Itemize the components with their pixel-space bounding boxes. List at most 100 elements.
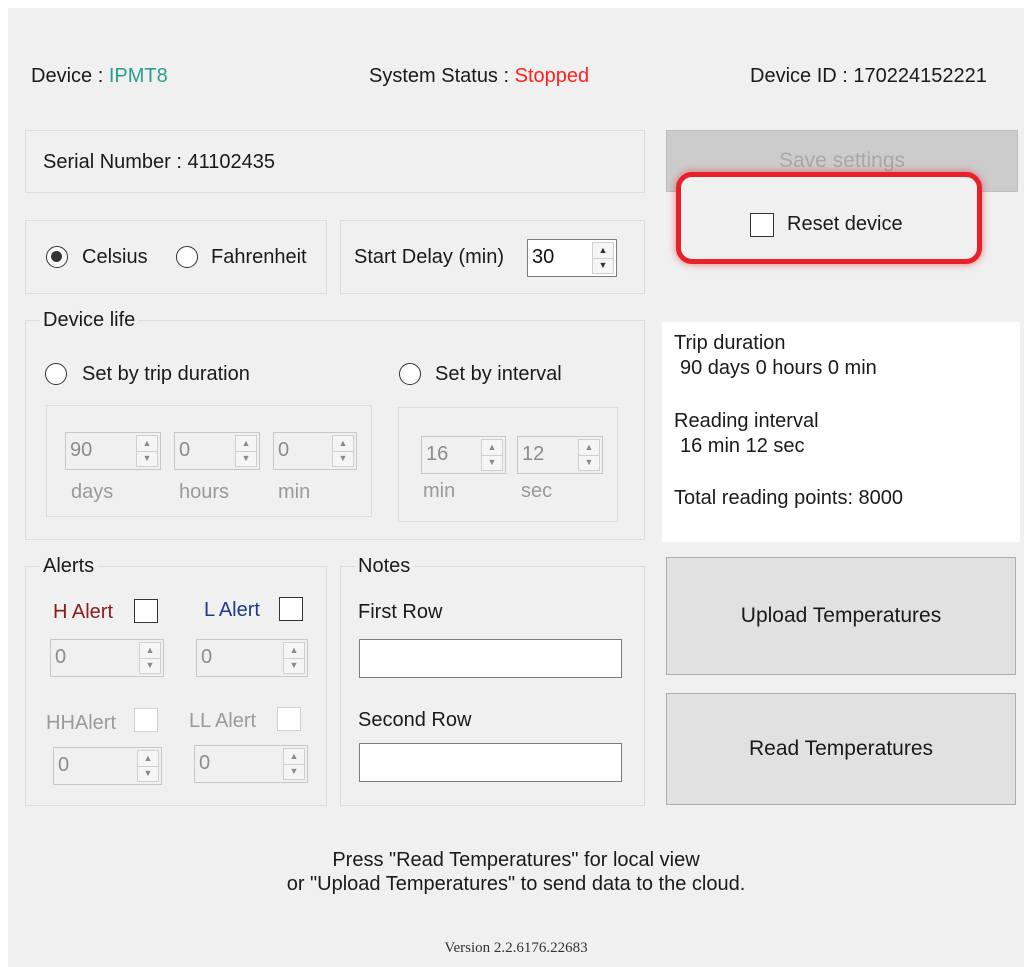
hh-alert-stepper[interactable]: 0 ▲ ▼ xyxy=(53,747,162,785)
hours-stepper[interactable]: 0 ▲ ▼ xyxy=(174,432,260,470)
interval-sec-label: sec xyxy=(521,480,553,502)
spin-down-icon[interactable]: ▼ xyxy=(236,451,256,466)
days-spin-buttons[interactable]: ▲ ▼ xyxy=(136,435,158,467)
reading-interval-value: 16 min 12 sec xyxy=(680,435,805,457)
start-delay-stepper[interactable]: 30 ▲ ▼ xyxy=(527,239,617,277)
set-by-interval-radio[interactable] xyxy=(399,363,421,385)
spin-down-icon[interactable]: ▼ xyxy=(284,764,304,779)
fahrenheit-label: Fahrenheit xyxy=(211,246,307,268)
reset-device-highlight: Reset device xyxy=(676,172,982,264)
status-label: System Status : xyxy=(369,65,515,87)
spin-down-icon[interactable]: ▼ xyxy=(579,455,599,470)
h-alert-value: 0 xyxy=(55,646,67,668)
spin-up-icon[interactable]: ▲ xyxy=(138,751,158,767)
device-value: IPMT8 xyxy=(108,65,168,87)
interval-panel: 16 ▲ ▼ 12 ▲ ▼ min sec xyxy=(398,407,618,522)
device-life-title: Device life xyxy=(40,309,139,332)
ll-alert-stepper[interactable]: 0 ▲ ▼ xyxy=(194,745,308,783)
min-spin-buttons[interactable]: ▲ ▼ xyxy=(332,435,354,467)
second-row-input[interactable] xyxy=(359,743,622,782)
spin-up-icon[interactable]: ▲ xyxy=(593,243,613,259)
min-stepper[interactable]: 0 ▲ ▼ xyxy=(273,432,357,470)
spin-up-icon[interactable]: ▲ xyxy=(284,643,304,659)
start-delay-label: Start Delay (min) xyxy=(354,246,505,268)
days-value: 90 xyxy=(70,439,93,461)
reset-device-label: Reset device xyxy=(787,213,903,235)
ll-alert-label: LL Alert xyxy=(189,710,257,732)
days-stepper[interactable]: 90 ▲ ▼ xyxy=(65,432,161,470)
ll-alert-spin-buttons[interactable]: ▲ ▼ xyxy=(283,748,305,780)
hh-alert-checkbox[interactable] xyxy=(134,708,158,732)
notes-title: Notes xyxy=(355,555,414,578)
interval-min-label: min xyxy=(423,480,456,502)
celsius-label: Celsius xyxy=(82,246,148,268)
l-alert-checkbox[interactable] xyxy=(279,597,303,621)
spin-down-icon[interactable]: ▼ xyxy=(482,455,502,470)
interval-sec-stepper[interactable]: 12 ▲ ▼ xyxy=(517,436,603,474)
fahrenheit-radio[interactable] xyxy=(176,246,198,268)
hh-alert-label: HHAlert xyxy=(46,712,117,734)
interval-min-spin-buttons[interactable]: ▲ ▼ xyxy=(481,439,503,471)
interval-min-stepper[interactable]: 16 ▲ ▼ xyxy=(421,436,506,474)
l-alert-spin-buttons[interactable]: ▲ ▼ xyxy=(283,642,305,674)
first-row-input[interactable] xyxy=(359,639,622,678)
interval-sec-spin-buttons[interactable]: ▲ ▼ xyxy=(578,439,600,471)
hh-alert-spin-buttons[interactable]: ▲ ▼ xyxy=(137,750,159,782)
spin-down-icon[interactable]: ▼ xyxy=(284,658,304,673)
spin-up-icon[interactable]: ▲ xyxy=(333,436,353,452)
hours-spin-buttons[interactable]: ▲ ▼ xyxy=(235,435,257,467)
device-info: Device : IPMT8 xyxy=(31,65,168,88)
footer-line1: Press "Read Temperatures" for local view xyxy=(332,849,700,871)
upload-temperatures-label: Upload Temperatures xyxy=(740,604,942,627)
h-alert-label: H Alert xyxy=(53,601,114,623)
l-alert-stepper[interactable]: 0 ▲ ▼ xyxy=(196,639,308,677)
hours-value: 0 xyxy=(179,439,191,461)
start-delay-value: 30 xyxy=(532,246,555,268)
save-settings-label: Save settings xyxy=(778,149,906,172)
h-alert-checkbox[interactable] xyxy=(134,599,158,623)
spin-down-icon[interactable]: ▼ xyxy=(593,258,613,273)
spin-down-icon[interactable]: ▼ xyxy=(333,451,353,466)
h-alert-stepper[interactable]: 0 ▲ ▼ xyxy=(50,639,164,677)
spin-up-icon[interactable]: ▲ xyxy=(140,643,160,659)
spin-up-icon[interactable]: ▲ xyxy=(579,440,599,456)
footer-instructions: Press "Read Temperatures" for local view… xyxy=(8,848,1024,896)
hh-alert-value: 0 xyxy=(58,754,70,776)
total-reading-points: Total reading points: 8000 xyxy=(674,487,904,509)
spin-down-icon[interactable]: ▼ xyxy=(137,451,157,466)
ll-alert-value: 0 xyxy=(199,752,211,774)
reset-device-checkbox[interactable] xyxy=(750,213,774,237)
spin-up-icon[interactable]: ▲ xyxy=(482,440,502,456)
set-by-trip-radio[interactable] xyxy=(45,363,67,385)
hours-label: hours xyxy=(179,481,230,503)
version-label: Version 2.2.6176.22683 xyxy=(444,940,588,956)
first-row-label: First Row xyxy=(358,601,443,623)
trip-duration-value: 90 days 0 hours 0 min xyxy=(680,357,877,379)
device-id: Device ID : 170224152221 xyxy=(750,65,987,87)
spin-up-icon[interactable]: ▲ xyxy=(284,749,304,765)
notes-group: Notes First Row Second Row xyxy=(340,555,645,806)
system-status: System Status : Stopped xyxy=(369,65,589,88)
footer-line2: or "Upload Temperatures" to send data to… xyxy=(286,873,746,895)
read-temperatures-button[interactable]: Read Temperatures xyxy=(666,693,1016,805)
second-row-label: Second Row xyxy=(358,709,472,731)
spin-up-icon[interactable]: ▲ xyxy=(137,436,157,452)
reading-interval-title: Reading interval xyxy=(674,410,819,432)
ll-alert-checkbox[interactable] xyxy=(277,707,301,731)
min-label: min xyxy=(278,481,311,503)
alerts-title: Alerts xyxy=(40,555,98,578)
set-by-interval-label: Set by interval xyxy=(435,363,562,385)
start-delay-spin-buttons[interactable]: ▲ ▼ xyxy=(592,242,614,274)
summary-panel: Trip duration 90 days 0 hours 0 min Read… xyxy=(662,322,1020,542)
units-panel: Celsius Fahrenheit xyxy=(25,220,327,294)
celsius-radio[interactable] xyxy=(46,246,68,268)
spin-up-icon[interactable]: ▲ xyxy=(236,436,256,452)
upload-temperatures-button[interactable]: Upload Temperatures xyxy=(666,557,1016,675)
days-label: days xyxy=(71,481,114,503)
h-alert-spin-buttons[interactable]: ▲ ▼ xyxy=(139,642,161,674)
spin-down-icon[interactable]: ▼ xyxy=(138,766,158,781)
l-alert-label: L Alert xyxy=(204,599,260,621)
read-temperatures-label: Read Temperatures xyxy=(748,737,934,760)
min-value: 0 xyxy=(278,439,290,461)
spin-down-icon[interactable]: ▼ xyxy=(140,658,160,673)
